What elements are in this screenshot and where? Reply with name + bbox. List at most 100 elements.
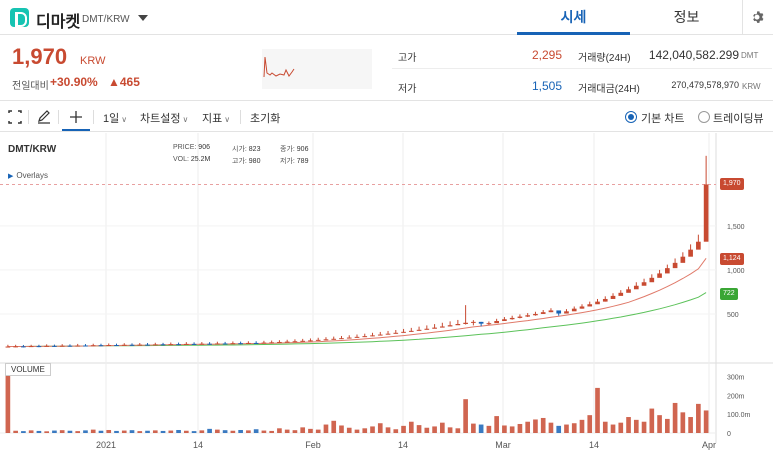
chart-area[interactable]: 2021 14 Feb 14 Mar 14 Apr 1,500 1,000 500 300m 200m… bbox=[0, 133, 773, 456]
low-value: 1,505 bbox=[531, 79, 562, 93]
candle-body bbox=[556, 310, 562, 314]
candle-body bbox=[52, 345, 57, 347]
volume-bar bbox=[440, 422, 445, 433]
volume-24h-unit: DMT bbox=[741, 51, 759, 60]
volume-bar bbox=[28, 430, 34, 433]
volume-tick-label: 300m bbox=[727, 375, 745, 382]
sparkline bbox=[263, 56, 295, 78]
draw-pencil-icon[interactable] bbox=[37, 109, 51, 125]
y-tick-label: 1,000 bbox=[727, 268, 745, 275]
volume-bar bbox=[215, 429, 220, 433]
volume-bar bbox=[323, 424, 329, 433]
volume-bar bbox=[540, 417, 546, 433]
volume-bar bbox=[471, 423, 476, 433]
x-tick-label: 14 bbox=[193, 440, 203, 450]
candle-body bbox=[230, 343, 236, 345]
candle-body bbox=[610, 295, 616, 299]
volume-bar bbox=[494, 416, 499, 433]
volume-bar bbox=[463, 399, 468, 433]
candle-body bbox=[432, 327, 437, 329]
candle-body bbox=[67, 345, 73, 347]
overlays-toggle[interactable]: ▶ Overlays bbox=[8, 171, 48, 180]
candle-body bbox=[121, 344, 127, 346]
candle-body bbox=[393, 332, 399, 334]
candle-body bbox=[129, 344, 135, 346]
volume-bar bbox=[261, 430, 267, 433]
change-label: 전일대비 bbox=[12, 81, 49, 92]
candle-body bbox=[447, 325, 453, 327]
volume-tick-label: 200m bbox=[727, 393, 745, 400]
interval-select[interactable]: 1일 ∨ bbox=[103, 110, 127, 126]
expand-icon[interactable] bbox=[8, 109, 22, 125]
volume-bar bbox=[199, 430, 205, 433]
x-tick-label: Feb bbox=[305, 440, 321, 450]
candle-body bbox=[137, 344, 143, 346]
crosshair-icon[interactable] bbox=[68, 109, 84, 125]
volume-bar bbox=[649, 408, 655, 433]
volume-bar bbox=[610, 424, 616, 433]
candle-body bbox=[354, 336, 360, 338]
candle-body bbox=[672, 262, 678, 269]
candle-body bbox=[292, 341, 298, 343]
volume-bar bbox=[533, 419, 538, 433]
candle-body bbox=[75, 345, 81, 347]
volume-bar bbox=[5, 372, 11, 433]
volume-bar bbox=[67, 430, 73, 433]
candle-body bbox=[408, 330, 414, 332]
tab-info[interactable]: 정보 bbox=[630, 0, 743, 35]
candle-body bbox=[416, 329, 422, 331]
ohlc-open: 시가: 823 bbox=[232, 146, 261, 153]
volume-bar bbox=[160, 430, 166, 433]
volume-bar bbox=[346, 427, 352, 433]
x-tick-label: 14 bbox=[398, 440, 408, 450]
volume-bar bbox=[246, 430, 251, 433]
reset-button[interactable]: 초기화 bbox=[250, 110, 280, 126]
basic-chart-label[interactable]: 기본 차트 bbox=[641, 110, 685, 126]
volume-bar bbox=[408, 421, 414, 433]
candle-body bbox=[385, 333, 391, 335]
tradingview-label[interactable]: 트레이딩뷰 bbox=[713, 110, 764, 126]
change-rate: +30.90% bbox=[50, 75, 98, 89]
low-label: 저가 bbox=[398, 84, 417, 95]
coin-pair[interactable]: DMT/KRW bbox=[82, 14, 130, 25]
volume-bar bbox=[672, 402, 678, 433]
candle-body bbox=[626, 289, 631, 293]
volume-bar bbox=[633, 419, 639, 433]
coin-name[interactable]: 디마켓 bbox=[36, 8, 80, 32]
volume-bar bbox=[183, 430, 189, 433]
volume-bar bbox=[191, 431, 197, 433]
moving-average-long-line bbox=[7, 292, 707, 347]
candle-body bbox=[261, 342, 267, 344]
volume-bar bbox=[478, 424, 484, 433]
volume-bar bbox=[393, 429, 399, 433]
indicators-select[interactable]: 지표 ∨ bbox=[202, 110, 230, 126]
candle-body bbox=[284, 341, 290, 343]
candle-body bbox=[502, 319, 507, 321]
basic-chart-radio[interactable] bbox=[625, 111, 637, 123]
x-tick-label: 2021 bbox=[96, 440, 116, 450]
tradingview-radio[interactable] bbox=[698, 111, 710, 123]
caret-down-icon[interactable] bbox=[138, 15, 148, 21]
volume-bar bbox=[556, 425, 562, 433]
high-value: 2,295 bbox=[531, 48, 562, 62]
candle-body bbox=[346, 337, 352, 339]
toolbar-divider bbox=[240, 110, 241, 124]
candle-body bbox=[533, 313, 538, 316]
candle-body bbox=[13, 346, 18, 348]
candle-body bbox=[21, 346, 26, 348]
volume-bar bbox=[416, 425, 422, 433]
price-chart[interactable]: 2021 14 Feb 14 Mar 14 Apr 1,500 1,000 500 300m 200m… bbox=[0, 133, 773, 456]
volume-bar bbox=[114, 430, 119, 433]
volume-bar bbox=[354, 429, 360, 433]
chart-settings-select[interactable]: 차트설정 ∨ bbox=[140, 110, 188, 126]
volume-bar bbox=[253, 429, 259, 433]
candle-body bbox=[44, 345, 49, 347]
volume-bar bbox=[455, 428, 461, 433]
dmarket-logo-icon bbox=[10, 8, 29, 27]
candle-body bbox=[571, 308, 577, 312]
settings-button[interactable] bbox=[742, 0, 773, 35]
candle-body bbox=[478, 321, 484, 324]
volume-bar bbox=[362, 428, 368, 433]
tab-quote[interactable]: 시세 bbox=[517, 0, 630, 35]
candle-body bbox=[587, 304, 593, 307]
